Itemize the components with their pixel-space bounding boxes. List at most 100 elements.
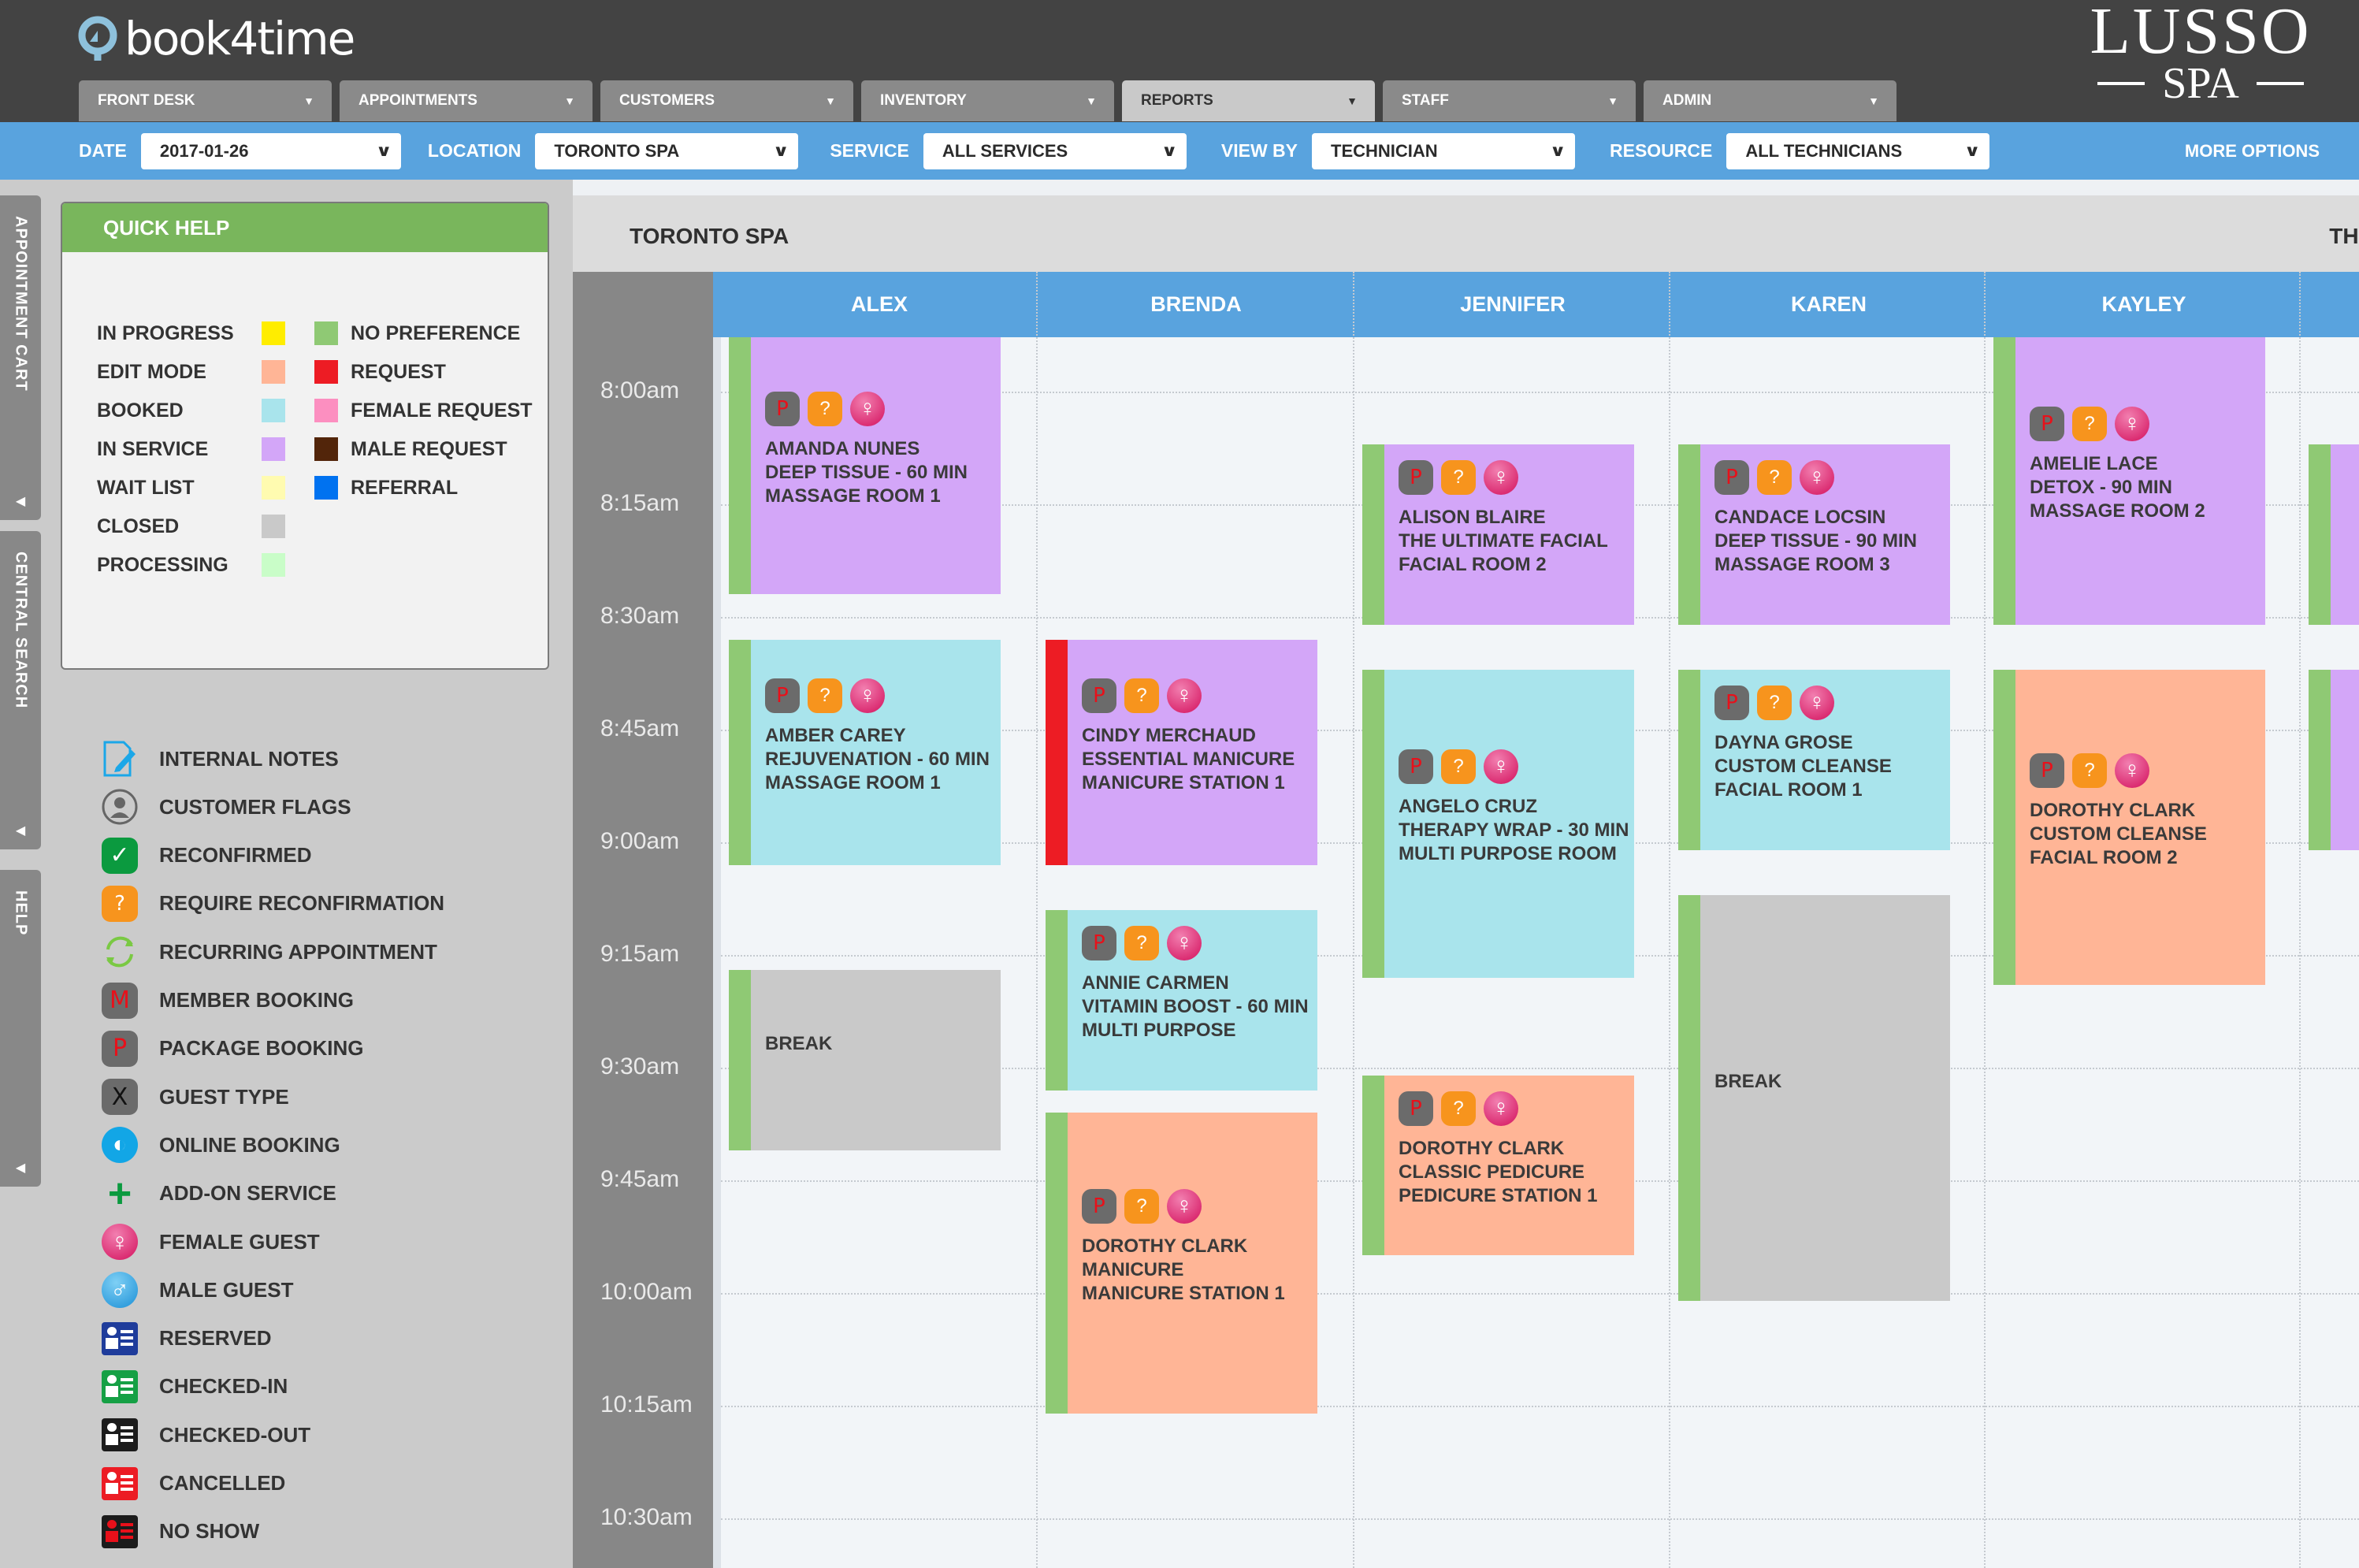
appointment-content: P? ♀ DOROTHY CLARK MANICURE MANICURE STATION… [1082,1188,1314,1306]
viewby-select[interactable]: TECHNICIAN ∨ [1312,132,1575,169]
break-block[interactable]: BREAK [729,970,1001,1150]
central-search-tab[interactable]: CENTRAL SEARCH ◀ [0,531,41,849]
internal-notes-icon [101,740,139,778]
reserved-icon [101,1320,139,1358]
nav-tab-inventory[interactable]: INVENTORY ▼ [861,80,1114,121]
resource-select[interactable]: ALL TECHNICIANS ∨ [1726,132,1990,169]
nav-tab-admin[interactable]: ADMIN ▼ [1644,80,1896,121]
appointment-block[interactable]: P? ♀ DOROTHY CLARK CLASSIC PEDICURE PEDICURE… [1362,1075,1634,1256]
time-column-edge [713,272,721,1568]
time-label: 8:15am [600,490,680,516]
staff-column-header[interactable]: ALEX [721,272,1038,337]
icon-legend-item: P PACKAGE BOOKING [101,1029,364,1068]
appointment-block[interactable]: P? ♀ DOROTHY CLARK MANICURE MANICURE STATION… [1046,1113,1317,1414]
legend-swatch [314,321,338,345]
female-guest-icon: ♀ [1484,749,1518,785]
more-options-link[interactable]: MORE OPTIONS [2185,141,2320,162]
appointment-block[interactable]: P? ♀ AMELIE LACE DETOX - 90 MIN MASSAGE ROOM… [1993,337,2265,625]
appointment-block[interactable]: P? ♀ ANGELO CRUZ THERAPY WRAP - 30 MIN MULTI… [1362,669,1634,978]
legend-status-item: BOOKED [97,399,285,422]
request-indicator-bar [729,970,751,1150]
chevron-down-icon: ∨ [772,143,789,160]
nav-tab-front-desk[interactable]: FRONT DESK ▼ [79,80,332,121]
nav-tab-reports[interactable]: REPORTS ▼ [1122,80,1375,121]
nav-tab-customers[interactable]: CUSTOMERS ▼ [600,80,853,121]
app-root: book4time LUSSO SPA FRONT DESK ▼ APPOINTME… [0,0,2359,1568]
appointment-line: CINDY MERCHAUD [1082,724,1256,746]
appointment-block[interactable]: P? ♀ ALISON BLAIRE THE ULTIMATE FACIAL FACIA… [1362,444,1634,625]
appointment-block[interactable]: P? ♀ CANDACE LOCSIN DEEP TISSUE - 90 MIN MAS… [1678,444,1950,625]
appointment-block[interactable]: P? ♀ AMBER CAREY REJUVENATION - 60 MIN MASSA… [729,639,1001,865]
appointment-content: BREAK [1714,1070,1947,1094]
appointment-block[interactable]: P? ♀ ANNIE CARMEN VITAMIN BOOST - 60 MIN MUL… [1046,909,1317,1091]
icon-legend-label: RECURRING APPOINTMENT [159,939,437,964]
checked-in-icon [101,1368,139,1406]
time-gridline [721,1293,2359,1295]
appointment-badges: P? ♀ [1714,686,1947,721]
request-indicator-bar [1993,337,2015,625]
icon-legend-item: ✓ RECONFIRMED [101,836,312,875]
checked-out-icon [101,1416,139,1454]
appointment-block[interactable]: P? ♀ AMANDA NUNES DEEP TISSUE - 60 MIN MASSA… [729,337,1001,595]
service-value: ALL SERVICES [942,140,1068,161]
require-reconfirmation-icon: ? [2072,752,2107,788]
appointment-badges: P? ♀ [765,392,997,427]
calendar-location: TORONTO SPA [630,224,789,248]
appointment-line: CANDACE LOCSIN [1714,507,1886,529]
appointment-content: P? ♀ CINDY MERCHAUD ESSENTIAL MANICURE MANIC… [1082,678,1314,795]
staff-column-header[interactable]: JENNIFER [1354,272,1671,337]
appointment-badges: P? ♀ [2030,752,2262,788]
staff-column-header[interactable]: KAYLEY [1986,272,2302,337]
caret-left-icon: ◀ [15,1161,26,1175]
nav-tab-appointments[interactable]: APPOINTMENTS ▼ [340,80,593,121]
book4time-logo[interactable]: book4time [77,11,355,66]
legend-swatch [262,360,285,384]
icon-legend-item: RESERVED [101,1319,272,1358]
service-select[interactable]: ALL SERVICES ∨ [923,132,1187,169]
appointment-badges: P? ♀ [1399,460,1631,496]
icon-legend-label: MALE GUEST [159,1277,294,1302]
female-guest-icon: ♀ [1800,460,1834,496]
require-reconfirmation-icon: ? [1757,460,1792,496]
legend-swatch [262,476,285,500]
appointment-block[interactable]: P? ♀ DAYNA GROSE CUSTOM CLEANSE FACIAL ROOM … [1678,669,1950,850]
female-guest-icon: ♀ [1484,1091,1518,1126]
staff-column-header[interactable]: BRENDA [1038,272,1354,337]
column-gridline [2299,272,2301,1568]
date-select[interactable]: 2017-01-26 ∨ [140,132,401,169]
legend-status-item: IN SERVICE [97,437,285,461]
appointment-line: DETOX - 90 MIN [2030,477,2172,499]
appointment-block[interactable]: P? ♀ DOROTHY CLARK CUSTOM CLEANSE FACIAL ROO… [1993,669,2265,986]
icon-legend-label: RESERVED [159,1326,272,1351]
break-block[interactable]: BREAK [1678,894,1950,1301]
icon-legend-label: PACKAGE BOOKING [159,1036,364,1061]
package-booking-icon: P [1714,686,1749,721]
appointment-line: CUSTOM CLEANSE [2030,823,2207,845]
help-tab[interactable]: HELP ◀ [0,870,41,1187]
staff-column-header[interactable]: KAREN [1670,272,1987,337]
appointment-block[interactable] [2309,669,2359,850]
icon-legend-item: ◐ ONLINE BOOKING [101,1125,340,1165]
nav-tab-staff[interactable]: STAFF ▼ [1383,80,1636,121]
icon-legend-item: NO SHOW [101,1512,259,1551]
appointment-cart-tab[interactable]: APPOINTMENT CART ◀ [0,195,41,520]
appointment-line: VITAMIN BOOST - 60 MIN [1082,996,1309,1018]
request-indicator-bar [1046,639,1068,865]
appointment-badges: P? ♀ [1082,1188,1314,1224]
caret-down-icon: ▼ [1868,95,1879,107]
appointment-line: THERAPY WRAP - 30 MIN [1399,819,1629,842]
caret-down-icon: ▼ [825,95,836,107]
appointment-content: P? ♀ ANGELO CRUZ THERAPY WRAP - 30 MIN MULTI… [1399,749,1631,866]
legend-label: PROCESSING [97,553,228,576]
appointment-line: MULTI PURPOSE [1082,1020,1236,1042]
appointment-block[interactable] [2309,444,2359,625]
chevron-down-icon: ∨ [1161,143,1178,160]
legend-swatch [314,437,338,461]
appointment-content: BREAK [765,1032,997,1056]
icon-legend-label: RECONFIRMED [159,843,312,868]
appointment-block[interactable]: P? ♀ CINDY MERCHAUD ESSENTIAL MANICURE MANIC… [1046,639,1317,865]
require-reconfirmation-icon: ? [1124,678,1159,713]
schedule-grid[interactable]: P? ♀ AMANDA NUNES DEEP TISSUE - 60 MIN MASSA… [721,272,2359,1568]
time-label: 9:45am [600,1166,680,1192]
location-select[interactable]: TORONTO SPA ∨ [535,132,799,169]
